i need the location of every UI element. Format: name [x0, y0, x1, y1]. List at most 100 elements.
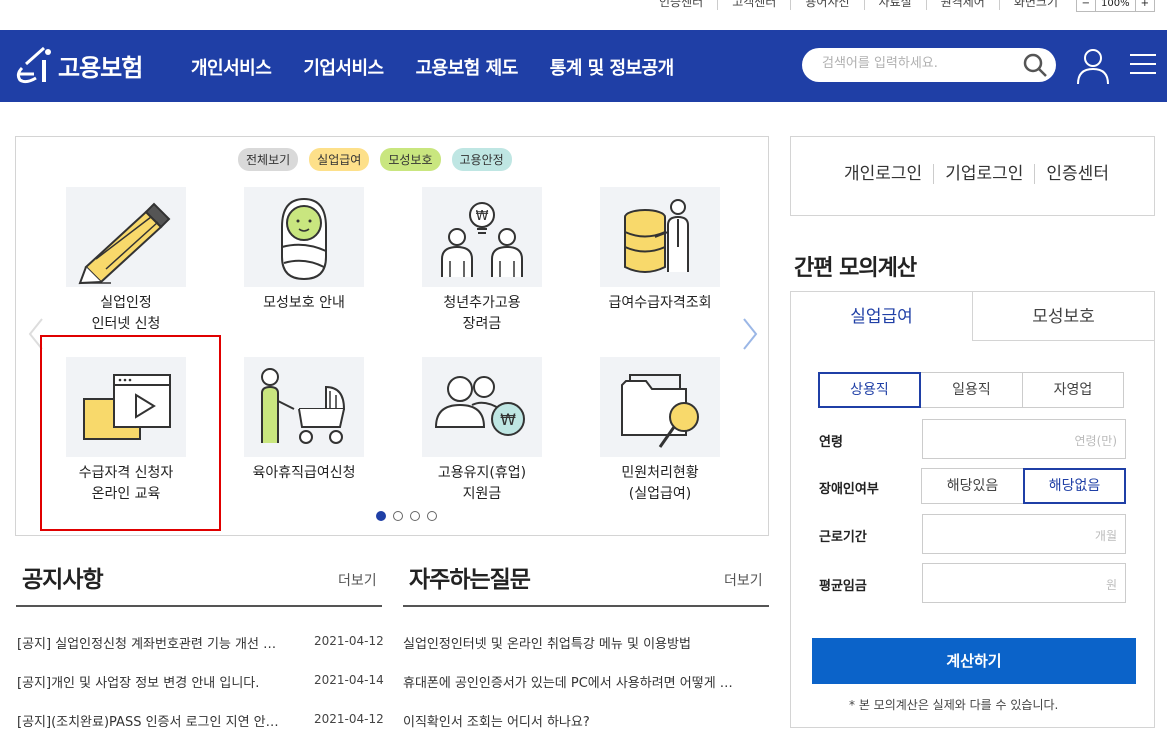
nav-personal-service[interactable]: 개인서비스: [191, 54, 272, 80]
job-type-self-employed[interactable]: 자영업: [1022, 372, 1124, 408]
service-item-unemployment-recognition[interactable]: 실업인정 인터넷 신청: [46, 187, 206, 335]
service-tile: [66, 187, 186, 287]
wage-unit: 원: [1105, 578, 1117, 592]
site-logo[interactable]: 고용보험: [14, 44, 143, 86]
people-coin-icon: ₩: [434, 376, 525, 436]
disability-selector: 해당있음 해당없음: [921, 468, 1126, 504]
disability-yes[interactable]: 해당있음: [921, 468, 1024, 504]
calculator-title: 간편 모의계산: [794, 256, 917, 281]
faq-more-link[interactable]: 더보기: [724, 570, 763, 590]
faq-section: 자주하는질문: [409, 560, 531, 594]
user-icon[interactable]: [1076, 47, 1110, 85]
nav-insurance-system[interactable]: 고용보험 제도: [416, 54, 519, 80]
util-link-screen-size: 화면크기: [1013, 0, 1058, 9]
service-label: 모성보호 안내: [263, 295, 345, 311]
notice-more-link[interactable]: 더보기: [338, 570, 377, 590]
disability-no[interactable]: 해당없음: [1023, 468, 1126, 504]
wage-label: 평균임금: [819, 579, 867, 594]
service-tile: [600, 357, 720, 457]
util-link-archive[interactable]: 자료실: [865, 0, 927, 10]
baby-icon: [281, 197, 327, 281]
job-type-daily[interactable]: 일용직: [920, 372, 1023, 408]
faq-item-3[interactable]: 이직확인서 조회는 어디서 하나요?: [403, 711, 590, 730]
age-input[interactable]: 연령(만): [922, 419, 1126, 459]
util-link-customer[interactable]: 고객센터: [718, 0, 792, 10]
filter-maternity[interactable]: 모성보호: [380, 148, 441, 171]
tab-unemployment-benefit[interactable]: 실업급여: [790, 291, 973, 341]
nav-business-service[interactable]: 기업서비스: [303, 54, 384, 80]
period-label: 근로기간: [819, 530, 867, 545]
service-item-benefit-eligibility[interactable]: 급여수급자격조회: [580, 187, 740, 314]
login-links: 개인로그인 기업로그인 인증센터: [833, 164, 1120, 184]
service-tile: ₩: [422, 187, 542, 287]
service-tile: [244, 357, 364, 457]
hamburger-menu-icon[interactable]: [1130, 52, 1156, 76]
faq-divider: [403, 605, 769, 607]
search-input[interactable]: [822, 56, 1012, 71]
personal-login-link[interactable]: 개인로그인: [833, 164, 935, 184]
cert-center-link[interactable]: 인증센터: [1035, 164, 1120, 184]
calculator-note: * 본 모의계산은 실제와 다를 수 있습니다.: [849, 698, 1059, 712]
next-arrow-icon[interactable]: [740, 317, 760, 351]
notice-date-1: 2021-04-12: [314, 634, 384, 648]
notice-item-2[interactable]: [공지]개인 및 사업장 정보 변경 안내 입니다.: [17, 672, 259, 691]
filter-all[interactable]: 전체보기: [238, 148, 299, 171]
work-period-input[interactable]: 개월: [922, 514, 1126, 554]
notice-divider: [16, 605, 382, 607]
service-label: 육아휴직급여신청: [252, 465, 356, 481]
zoom-level: 100%: [1095, 0, 1136, 11]
average-wage-input[interactable]: 원: [922, 563, 1126, 603]
nav-statistics[interactable]: 통계 및 정보공개: [550, 54, 674, 80]
benefit-calculator: 실업급여 모성보호 상용직 일용직 자영업 연령 연령(만) 장애인여부 해당있…: [790, 291, 1155, 728]
notice-item-1[interactable]: [공지] 실업인정신청 계좌번호관련 기능 개선 …: [17, 633, 276, 652]
service-item-maternity-guide[interactable]: 모성보호 안내: [224, 187, 384, 314]
service-label: 민원처리현황 (실업급여): [621, 465, 699, 502]
search-icon[interactable]: [1022, 52, 1048, 78]
page-dot-3[interactable]: [410, 511, 420, 521]
highlight-box: [40, 335, 221, 531]
service-item-parental-leave[interactable]: 육아휴직급여신청: [224, 357, 384, 484]
period-unit: 개월: [1094, 529, 1117, 543]
tab-maternity-protection[interactable]: 모성보호: [973, 291, 1155, 341]
filter-unemployment[interactable]: 실업급여: [309, 148, 370, 171]
faq-item-2[interactable]: 휴대폰에 공인인증서가 있는데 PC에서 사용하려면 어떻게 …: [403, 672, 733, 691]
page-dot-4[interactable]: [427, 511, 437, 521]
category-filters: 전체보기 실업급여 모성보호 고용안정: [238, 148, 512, 171]
main-header: 고용보험 개인서비스 기업서비스 고용보험 제도 통계 및 정보공개: [0, 30, 1167, 102]
faq-title: 자주하는질문: [409, 567, 531, 593]
page-dot-1[interactable]: [376, 511, 386, 521]
service-tile: ₩: [422, 357, 542, 457]
utility-bar: 인증센터 고객센터 용어사전 자료실 원격제어 화면크기 − 100% +: [0, 0, 1167, 30]
youth-employment-icon: ₩: [441, 202, 523, 277]
service-item-civil-complaint[interactable]: 민원처리현황 (실업급여): [580, 357, 740, 505]
service-item-employment-retention[interactable]: ₩ 고용유지(휴업) 지원금: [402, 357, 562, 505]
faq-item-1[interactable]: 실업인정인터넷 및 온라인 취업특강 메뉴 및 이용방법: [403, 633, 691, 652]
zoom-out-button[interactable]: −: [1077, 0, 1095, 11]
utility-links: 인증센터 고객센터 용어사전 자료실 원격제어 화면크기: [645, 0, 1072, 10]
pencil-icon: [78, 202, 171, 285]
page-dot-2[interactable]: [393, 511, 403, 521]
zoom-in-button[interactable]: +: [1136, 0, 1154, 11]
coin-stack-person-icon: [624, 199, 689, 273]
svg-text:₩: ₩: [500, 410, 516, 429]
login-box: 개인로그인 기업로그인 인증센터: [790, 136, 1155, 216]
service-item-youth-employment[interactable]: ₩ 청년추가고용 장려금: [402, 187, 562, 335]
ei-logo-icon: [16, 46, 51, 84]
search-box: [802, 48, 1056, 82]
service-label: 급여수급자격조회: [608, 295, 712, 311]
util-link-glossary[interactable]: 용어사전: [791, 0, 865, 10]
job-type-regular[interactable]: 상용직: [818, 372, 921, 408]
business-login-link[interactable]: 기업로그인: [934, 164, 1036, 184]
service-tile: [600, 187, 720, 287]
job-type-selector: 상용직 일용직 자영업: [818, 372, 1124, 408]
service-label: 실업인정 인터넷 신청: [91, 295, 161, 332]
service-label: 청년추가고용 장려금: [443, 295, 521, 332]
calculate-button[interactable]: 계산하기: [812, 638, 1136, 684]
util-link-cert[interactable]: 인증센터: [645, 0, 719, 10]
util-link-remote[interactable]: 원격제어: [927, 0, 1000, 10]
filter-employment-stability[interactable]: 고용안정: [451, 148, 512, 171]
age-label: 연령: [819, 435, 843, 450]
notice-item-3[interactable]: [공지](조치완료)PASS 인증서 로그인 지연 안…: [17, 711, 279, 730]
brand-name: 고용보험: [58, 53, 143, 82]
notice-date-3: 2021-04-12: [314, 712, 384, 726]
